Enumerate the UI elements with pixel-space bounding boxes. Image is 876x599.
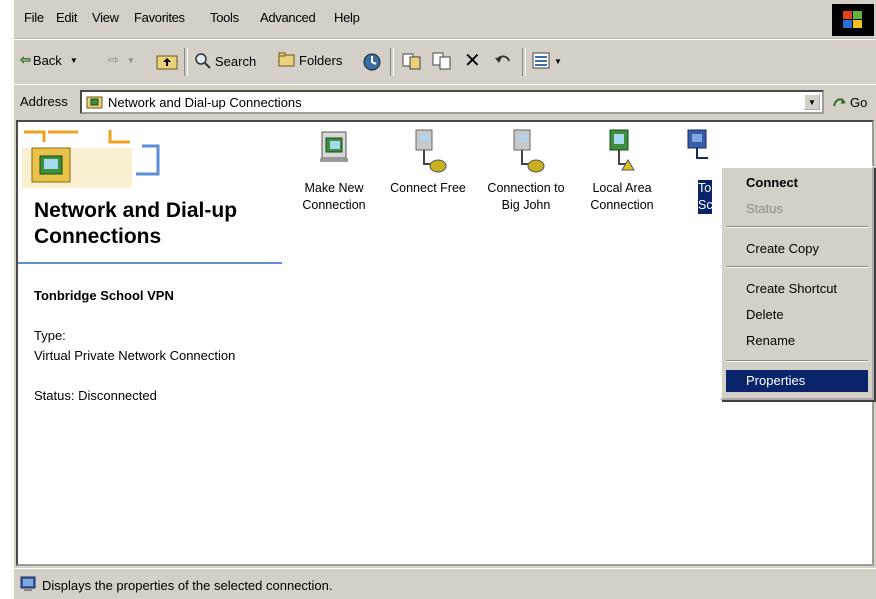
- address-dropdown-button[interactable]: ▼: [804, 94, 820, 110]
- context-menu: Connect Status Create Copy Create Shortc…: [720, 166, 874, 400]
- go-label: Go: [850, 94, 868, 110]
- back-label: Back: [32, 52, 62, 68]
- history-icon: [363, 53, 381, 71]
- up-folder-icon: [156, 55, 178, 70]
- history-button[interactable]: [362, 52, 382, 72]
- views-button[interactable]: ▼: [532, 52, 562, 70]
- ctx-separator: [726, 226, 868, 228]
- search-button[interactable]: Search: [194, 52, 256, 70]
- type-value: Virtual Private Network Connection: [34, 348, 236, 363]
- toolbar-separator: [390, 48, 394, 76]
- delete-button[interactable]: ✕: [464, 48, 481, 73]
- menu-view[interactable]: View: [92, 10, 119, 25]
- address-label: Address: [20, 94, 68, 109]
- menu-tools[interactable]: Tools: [210, 10, 239, 25]
- address-bar: Address Network and Dial-up Connections …: [14, 84, 876, 119]
- menu-edit[interactable]: Edit: [56, 10, 78, 25]
- network-connections-banner-icon: [22, 130, 160, 188]
- move-to-button[interactable]: [402, 52, 422, 70]
- desktop-edge: [0, 0, 14, 598]
- back-button[interactable]: ⇦ Back ▼: [20, 52, 78, 68]
- search-label: Search: [215, 53, 257, 69]
- connection-label-line2: Connection: [590, 198, 654, 212]
- connection-status-icon: [20, 576, 36, 591]
- dialup-connection-icon: [406, 126, 450, 178]
- connection-status: Status: Disconnected: [34, 388, 157, 403]
- undo-icon: [495, 55, 510, 63]
- make-new-connection-icon: [312, 126, 356, 178]
- copy-to-button[interactable]: [432, 52, 452, 70]
- ctx-properties[interactable]: Properties: [726, 370, 868, 392]
- delete-x-icon: ✕: [464, 50, 481, 72]
- chevron-down-icon: ▼: [554, 56, 562, 66]
- menu-file[interactable]: File: [24, 10, 44, 25]
- views-icon: [532, 52, 550, 69]
- folders-button[interactable]: Folders: [278, 52, 342, 68]
- connection-label-line2: Connection: [302, 198, 366, 212]
- title-divider: [18, 262, 282, 264]
- menu-bar: File Edit View Favorites Tools Advanced …: [14, 0, 876, 39]
- selected-connection-name: Tonbridge School VPN: [34, 288, 174, 303]
- webview-panel: Network and Dial-up Connections Tonbridg…: [18, 122, 284, 562]
- folders-icon: [278, 52, 295, 67]
- chevron-down-icon: ▼: [126, 55, 135, 65]
- make-new-connection-item[interactable]: Make New Connection: [286, 126, 382, 214]
- ctx-rename[interactable]: Rename: [726, 330, 868, 352]
- ctx-separator: [726, 266, 868, 268]
- network-folder-icon: [86, 96, 103, 109]
- connection-label-line2: Big John: [501, 198, 551, 212]
- explorer-window: File Edit View Favorites Tools Advanced …: [14, 0, 876, 599]
- dialup-connection-icon: [504, 126, 548, 178]
- windows-logo-icon: [832, 4, 874, 36]
- ctx-separator: [726, 360, 868, 362]
- chevron-down-icon: ▼: [808, 97, 816, 107]
- address-field[interactable]: Network and Dial-up Connections ▼: [80, 90, 824, 114]
- connection-label-line1: To: [698, 180, 712, 197]
- connection-label-line1: Local Area: [592, 181, 652, 195]
- connection-label-line2: Sch: [698, 197, 720, 214]
- undo-button[interactable]: [494, 52, 514, 68]
- connection-label-line1: Make New: [304, 181, 364, 195]
- connect-free-item[interactable]: Connect Free: [380, 126, 476, 197]
- toolbar-separator: [522, 48, 526, 76]
- ctx-create-copy[interactable]: Create Copy: [726, 238, 868, 260]
- go-button[interactable]: Go: [832, 94, 867, 110]
- local-area-connection-item[interactable]: Local Area Connection: [574, 126, 670, 214]
- menu-help[interactable]: Help: [334, 10, 360, 25]
- connection-to-big-john-item[interactable]: Connection to Big John: [478, 126, 574, 214]
- status-bar: Displays the properties of the selected …: [14, 568, 876, 599]
- menu-favorites[interactable]: Favorites: [134, 10, 185, 25]
- lan-connection-icon: [600, 126, 644, 178]
- connection-label-line1: Connection to: [487, 181, 565, 195]
- ctx-delete[interactable]: Delete: [726, 304, 868, 326]
- search-icon: [195, 53, 211, 69]
- up-folder-button[interactable]: [156, 52, 178, 70]
- folders-label: Folders: [299, 52, 343, 68]
- address-value: Network and Dial-up Connections: [108, 94, 302, 110]
- status-text: Displays the properties of the selected …: [42, 578, 333, 593]
- copy-to-icon: [432, 52, 451, 70]
- vpn-connection-icon: [680, 126, 724, 178]
- ctx-connect[interactable]: Connect: [726, 172, 868, 194]
- standard-toolbar: ⇦ Back ▼ ⇨ ▼ Search Folders ✕ ▼: [14, 39, 876, 85]
- go-arrow-icon: [833, 98, 846, 107]
- page-title: Network and Dial-up Connections: [34, 199, 238, 248]
- chevron-down-icon: ▼: [69, 55, 78, 65]
- ctx-status: Status: [746, 201, 783, 216]
- type-label: Type:: [34, 328, 66, 343]
- move-to-icon: [402, 53, 421, 70]
- forward-arrow-icon: ⇨: [108, 52, 119, 67]
- toolbar-separator: [184, 48, 188, 76]
- connection-label-line1: Connect Free: [390, 181, 466, 195]
- menu-advanced[interactable]: Advanced: [260, 10, 316, 25]
- ctx-create-shortcut[interactable]: Create Shortcut: [726, 278, 868, 300]
- back-arrow-icon: ⇦: [20, 52, 31, 67]
- forward-button[interactable]: ⇨ ▼: [108, 52, 135, 68]
